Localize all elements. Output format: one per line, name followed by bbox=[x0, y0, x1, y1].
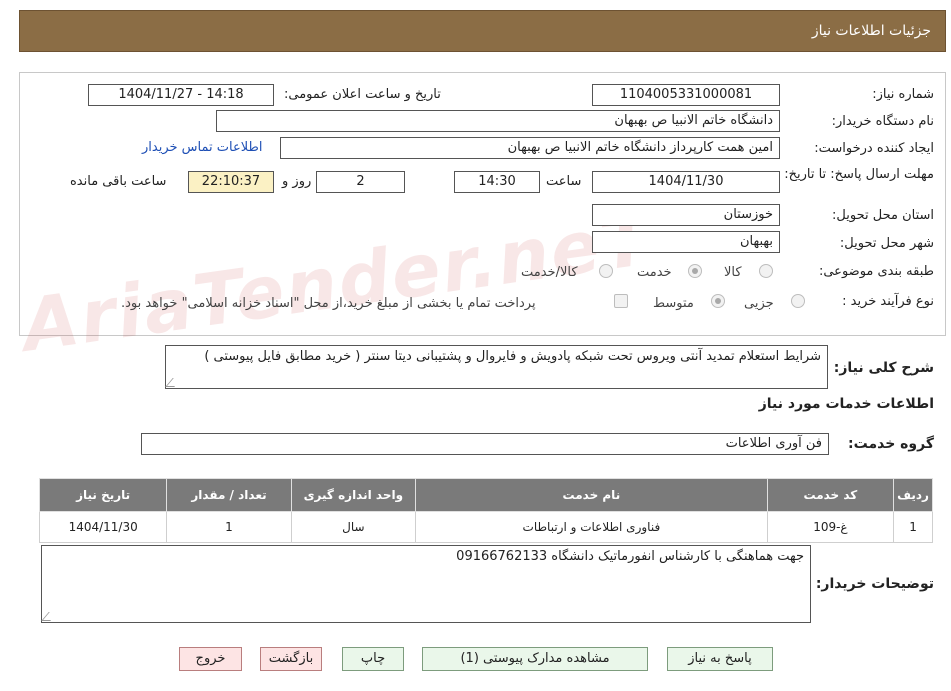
cell-row: 1 bbox=[893, 511, 933, 543]
category-both-radio[interactable] bbox=[599, 264, 613, 278]
process-minor-radio[interactable] bbox=[791, 294, 805, 308]
category-goods-radio[interactable] bbox=[759, 264, 773, 278]
deadline-time-field: 14:30 bbox=[454, 171, 540, 193]
col-service-name: نام خدمت bbox=[414, 478, 768, 512]
requester-field: امین همت کارپرداز دانشگاه خاتم الانبیا ص… bbox=[280, 137, 780, 159]
col-service-code: کد خدمت bbox=[766, 478, 895, 512]
process-medium-label: متوسط bbox=[653, 296, 694, 311]
province-label: استان محل تحویل: bbox=[832, 208, 934, 223]
category-both-label: کالا/خدمت bbox=[521, 265, 578, 280]
buyer-notes-textarea[interactable]: جهت هماهنگی با کارشناس انفورماتیک دانشگا… bbox=[41, 545, 811, 623]
service-group-field: فن آوری اطلاعات bbox=[141, 433, 829, 455]
exit-button[interactable]: خروج bbox=[179, 647, 242, 671]
days-label: روز و bbox=[282, 174, 312, 189]
page-title: جزئیات اطلاعات نیاز bbox=[811, 23, 931, 39]
treasury-note: پرداخت تمام یا بخشی از مبلغ خرید،از محل … bbox=[121, 296, 536, 311]
announce-label: تاریخ و ساعت اعلان عمومی: bbox=[284, 87, 441, 102]
description-label: شرح کلی نیاز: bbox=[833, 360, 934, 376]
table-row: 1404/11/30 1 سال فناوری اطلاعات و ارتباط… bbox=[38, 511, 933, 543]
need-number-field: 1104005331000081 bbox=[592, 84, 780, 106]
description-text: شرایط استعلام تمدید آنتی ویروس تحت شبکه … bbox=[204, 349, 821, 364]
remaining-time-field: 22:10:37 bbox=[188, 171, 274, 193]
buyer-org-field: دانشگاه خاتم الانبیا ص بهبهان bbox=[216, 110, 780, 132]
remaining-label: ساعت باقی مانده bbox=[70, 174, 167, 189]
category-goods-label: کالا bbox=[724, 265, 742, 280]
category-service-label: خدمت bbox=[637, 265, 672, 280]
process-medium-radio[interactable] bbox=[711, 294, 725, 308]
cell-service-code: غ-109 bbox=[766, 511, 895, 543]
col-unit: واحد اندازه گیری bbox=[290, 478, 416, 512]
col-row: ردیف bbox=[893, 478, 933, 512]
service-group-label: گروه خدمت: bbox=[848, 436, 934, 452]
process-minor-label: جزیی bbox=[744, 296, 774, 311]
province-field: خوزستان bbox=[592, 204, 780, 226]
days-remaining-field: 2 bbox=[316, 171, 405, 193]
process-label: نوع فرآیند خرید : bbox=[842, 294, 934, 309]
category-service-radio[interactable] bbox=[688, 264, 702, 278]
city-label: شهر محل تحویل: bbox=[839, 236, 934, 251]
deadline-label: مهلت ارسال پاسخ: تا تاریخ: bbox=[784, 167, 934, 182]
cell-quantity: 1 bbox=[166, 511, 292, 543]
city-field: بهبهان bbox=[592, 231, 780, 253]
deadline-date-field: 1404/11/30 bbox=[592, 171, 780, 193]
services-table-header: تاریخ نیاز تعداد / مقدار واحد اندازه گیر… bbox=[38, 478, 933, 512]
announce-field: 1404/11/27 - 14:18 bbox=[88, 84, 274, 106]
reply-button[interactable]: پاسخ به نیاز bbox=[667, 647, 773, 671]
category-label: طبقه بندی موضوعی: bbox=[818, 264, 934, 279]
buyer-notes-label: توضیحات خریدار: bbox=[815, 576, 934, 592]
col-quantity: تعداد / مقدار bbox=[166, 478, 292, 512]
cell-need-date: 1404/11/30 bbox=[38, 511, 168, 543]
buyer-notes-text: جهت هماهنگی با کارشناس انفورماتیک دانشگا… bbox=[456, 549, 804, 564]
buyer-org-label: نام دستگاه خریدار: bbox=[831, 114, 934, 129]
page-header: جزئیات اطلاعات نیاز bbox=[19, 10, 946, 52]
buyer-contact-link[interactable]: اطلاعات تماس خریدار bbox=[142, 140, 262, 155]
back-button[interactable]: بازگشت bbox=[260, 647, 322, 671]
time-label: ساعت bbox=[546, 174, 582, 189]
services-table: تاریخ نیاز تعداد / مقدار واحد اندازه گیر… bbox=[38, 478, 933, 543]
view-attachments-button[interactable]: مشاهده مدارک پیوستی (1) bbox=[422, 647, 648, 671]
cell-unit: سال bbox=[290, 511, 416, 543]
treasury-checkbox[interactable] bbox=[614, 294, 628, 308]
services-section-title: اطلاعات خدمات مورد نیاز bbox=[758, 396, 934, 412]
cell-service-name: فناوری اطلاعات و ارتباطات bbox=[414, 511, 768, 543]
print-button[interactable]: چاپ bbox=[342, 647, 404, 671]
col-need-date: تاریخ نیاز bbox=[38, 478, 168, 512]
need-number-label: شماره نیاز: bbox=[872, 87, 934, 102]
requester-label: ایجاد کننده درخواست: bbox=[814, 141, 934, 156]
description-textarea[interactable]: شرایط استعلام تمدید آنتی ویروس تحت شبکه … bbox=[165, 345, 828, 389]
